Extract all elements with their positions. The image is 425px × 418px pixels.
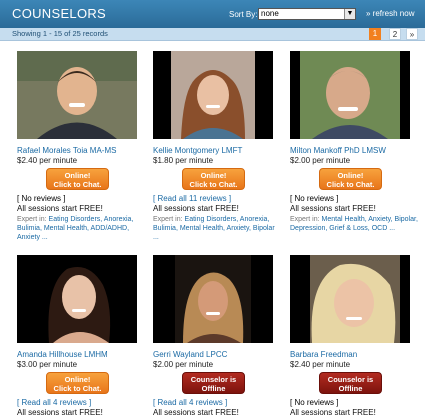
counselor-price: $2.00 per minute <box>153 360 214 369</box>
counselor-photo[interactable] <box>17 255 137 343</box>
chevron-down-icon[interactable]: ▼ <box>344 9 355 19</box>
read-reviews-link[interactable]: [ Read all 4 reviews ] <box>153 398 227 407</box>
counselor-price: $2.40 per minute <box>17 156 78 165</box>
sort-select[interactable]: none ▼ <box>258 8 356 20</box>
expertise-list: Expert in: Eating Disorders, Anorexia, B… <box>153 215 281 242</box>
reviews-text: [ No reviews ] <box>17 194 66 203</box>
counselor-price: $2.40 per minute <box>290 360 351 369</box>
page-1-button[interactable]: 1 <box>369 28 381 40</box>
counselor-price: $2.00 per minute <box>290 156 351 165</box>
expertise-prefix: Expert in: <box>17 216 47 223</box>
counselor-photo[interactable] <box>290 51 410 139</box>
counselor-photo[interactable] <box>290 255 410 343</box>
read-reviews-link[interactable]: [ Read all 4 reviews ] <box>17 398 91 407</box>
header-bar: COUNSELORS Sort By: none ▼ » refresh now <box>0 0 425 28</box>
page-2-button[interactable]: 2 <box>389 28 401 40</box>
sort-select-value: none <box>261 9 279 18</box>
chat-button[interactable]: Online! Click to Chat. <box>46 168 109 190</box>
portrait-image <box>290 51 410 139</box>
free-session-note: All sessions start FREE! <box>153 408 239 417</box>
portrait-image <box>153 51 273 139</box>
reviews-text: [ No reviews ] <box>290 398 339 407</box>
counselor-name[interactable]: Amanda Hillhouse LMHM <box>17 350 108 359</box>
expertise-list: Expert in: Mental Health, Anxiety, Bipol… <box>290 215 422 233</box>
offline-status-label: Counselor is Offline <box>327 375 374 393</box>
chat-button-label: Online! Click to Chat. <box>326 171 375 189</box>
counselor-name[interactable]: Milton Mankoff PhD LMSW <box>290 146 386 155</box>
counselor-name[interactable]: Rafael Morales Toia MA-MS <box>17 146 116 155</box>
free-session-note: All sessions start FREE! <box>153 204 239 213</box>
counselor-photo[interactable] <box>153 51 273 139</box>
portrait-image <box>290 255 410 343</box>
chat-button[interactable]: Online! Click to Chat. <box>319 168 382 190</box>
portrait-image <box>17 51 137 139</box>
sort-by-label: Sort By: <box>229 10 258 19</box>
counselor-name[interactable]: Gerri Wayland LPCC <box>153 350 227 359</box>
reviews-text: [ No reviews ] <box>290 194 339 203</box>
offline-status-badge: Counselor is Offline <box>182 372 245 394</box>
expertise-prefix: Expert in: <box>153 216 183 223</box>
expertise-list: Expert in: Eating Disorders, Anorexia, B… <box>17 215 145 242</box>
counselor-name[interactable]: Kellie Montgomery LMFT <box>153 146 242 155</box>
chat-button-label: Online! Click to Chat. <box>189 171 238 189</box>
counselor-photo[interactable] <box>17 51 137 139</box>
free-session-note: All sessions start FREE! <box>290 204 376 213</box>
chat-button[interactable]: Online! Click to Chat. <box>182 168 245 190</box>
next-page-button[interactable]: » <box>406 28 418 40</box>
counselor-photo[interactable] <box>153 255 273 343</box>
free-session-note: All sessions start FREE! <box>290 408 376 417</box>
portrait-image <box>153 255 273 343</box>
offline-status-badge: Counselor is Offline <box>319 372 382 394</box>
refresh-link[interactable]: » refresh now <box>366 9 414 18</box>
read-reviews-link[interactable]: [ Read all 11 reviews ] <box>153 194 231 203</box>
page-title: COUNSELORS <box>12 6 107 21</box>
counselor-price: $1.80 per minute <box>153 156 214 165</box>
chat-button-label: Online! Click to Chat. <box>53 171 102 189</box>
free-session-note: All sessions start FREE! <box>17 204 103 213</box>
portrait-image <box>17 255 137 343</box>
chat-button[interactable]: Online! Click to Chat. <box>46 372 109 394</box>
expertise-prefix: Expert in: <box>290 216 320 223</box>
results-bar: Showing 1 - 15 of 25 records <box>0 28 425 41</box>
results-count: Showing 1 - 15 of 25 records <box>12 29 108 38</box>
offline-status-label: Counselor is Offline <box>190 375 237 393</box>
chat-button-label: Online! Click to Chat. <box>53 375 102 393</box>
counselor-price: $3.00 per minute <box>17 360 78 369</box>
free-session-note: All sessions start FREE! <box>17 408 103 417</box>
counselor-name[interactable]: Barbara Freedman <box>290 350 357 359</box>
